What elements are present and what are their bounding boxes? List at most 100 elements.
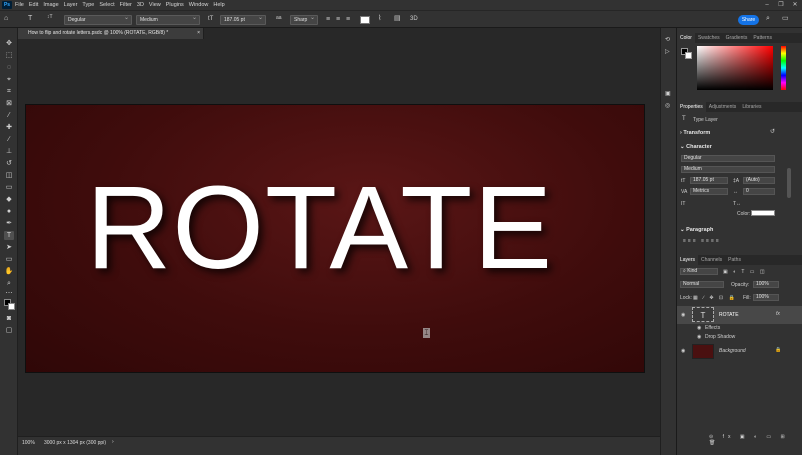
tab-channels[interactable]: Channels: [698, 255, 725, 265]
tab-swatches[interactable]: Swatches: [695, 33, 723, 43]
layer-name[interactable]: ROTATE: [719, 312, 739, 318]
crop-tool-icon[interactable]: ⌗: [4, 87, 14, 96]
menu-image[interactable]: Image: [43, 2, 58, 8]
layer-filter-kind-select[interactable]: ⌕ Kind: [680, 268, 718, 275]
lasso-tool-icon[interactable]: ◌: [4, 63, 14, 72]
transform-section-header[interactable]: › Transform: [680, 130, 710, 136]
tab-properties[interactable]: Properties: [677, 102, 706, 112]
eyedropper-tool-icon[interactable]: ⁄: [4, 111, 14, 120]
character-section-header[interactable]: ⌄ Character: [680, 144, 712, 150]
effects-eye-icon[interactable]: ◉: [697, 325, 701, 331]
text-orientation-icon[interactable]: ↕T: [47, 15, 53, 20]
tab-adjustments[interactable]: Adjustments: [706, 102, 740, 112]
menu-layer[interactable]: Layer: [64, 2, 78, 8]
layer-drop-shadow-row[interactable]: ◉ Drop Shadow: [677, 333, 802, 342]
3d-button[interactable]: 3D: [410, 16, 418, 22]
opacity-field[interactable]: 100%: [753, 281, 779, 288]
paragraph-align-icons[interactable]: ≡≡≡ ≡≡≡≡: [683, 238, 721, 244]
minimize-button[interactable]: –: [760, 0, 774, 10]
quick-mask-icon[interactable]: ◙: [4, 314, 14, 323]
antialias-select[interactable]: Sharp: [290, 14, 318, 25]
align-left-icon[interactable]: ≡: [326, 16, 330, 23]
object-selection-tool-icon[interactable]: ⌖: [4, 75, 14, 84]
background-color-swatch[interactable]: [8, 303, 15, 310]
properties-font-style-select[interactable]: Medium: [681, 166, 775, 173]
align-center-icon[interactable]: ≡: [336, 16, 340, 23]
properties-font-family-select[interactable]: Degular: [681, 155, 775, 162]
share-button[interactable]: Share: [738, 15, 759, 25]
menu-help[interactable]: Help: [213, 2, 224, 8]
layer-fx-icon[interactable]: fx: [776, 311, 780, 317]
pen-tool-icon[interactable]: ✒: [4, 219, 14, 228]
layer-row-rotate[interactable]: ◉ T ROTATE fx: [677, 306, 802, 324]
menu-file[interactable]: File: [15, 2, 24, 8]
background-layer-name[interactable]: Background: [719, 348, 746, 354]
hue-slider[interactable]: [781, 46, 786, 90]
lock-icons[interactable]: ▦ ∕ ✥ ⊡ 🔒: [693, 295, 737, 301]
tab-gradients[interactable]: Gradients: [723, 33, 751, 43]
status-menu-icon[interactable]: ›: [112, 439, 114, 445]
marquee-tool-icon[interactable]: ⬚: [4, 51, 14, 60]
type-tool-icon[interactable]: T: [4, 231, 14, 240]
paragraph-section-header[interactable]: ⌄ Paragraph: [680, 227, 713, 233]
kerning-field[interactable]: Metrics: [690, 188, 728, 195]
font-size-select[interactable]: 187.05 pt: [220, 14, 266, 25]
move-tool-icon[interactable]: ✥: [4, 39, 14, 48]
properties-scrollbar[interactable]: [787, 168, 791, 198]
color-background-swatch[interactable]: [685, 52, 692, 59]
properties-color-swatch[interactable]: [751, 210, 775, 216]
menu-select[interactable]: Select: [99, 2, 114, 8]
menu-edit[interactable]: Edit: [29, 2, 38, 8]
color-field[interactable]: [697, 46, 773, 90]
layer-row-background[interactable]: ◉ Background 🔒: [677, 342, 802, 360]
menu-type[interactable]: Type: [82, 2, 94, 8]
gradient-tool-icon[interactable]: ▭: [4, 183, 14, 192]
menu-plugins[interactable]: Plugins: [166, 2, 184, 8]
tab-patterns[interactable]: Patterns: [750, 33, 775, 43]
clone-stamp-tool-icon[interactable]: ⊥: [4, 147, 14, 156]
close-button[interactable]: ✕: [788, 0, 802, 10]
font-style-select[interactable]: Medium: [136, 14, 200, 25]
text-color-swatch[interactable]: [360, 16, 370, 24]
align-right-icon[interactable]: ≡: [346, 16, 350, 23]
menu-filter[interactable]: Filter: [120, 2, 132, 8]
brushes-icon[interactable]: ◎: [665, 103, 670, 109]
tab-paths[interactable]: Paths: [725, 255, 744, 265]
tracking-field[interactable]: 0: [743, 188, 775, 195]
tab-layers[interactable]: Layers: [677, 255, 699, 265]
zoom-level[interactable]: 100%: [22, 440, 35, 446]
close-document-icon[interactable]: ×: [197, 28, 200, 39]
tab-color[interactable]: Color: [677, 33, 695, 43]
eraser-tool-icon[interactable]: ◫: [4, 171, 14, 180]
hand-tool-icon[interactable]: ✋: [4, 267, 14, 276]
history-brush-tool-icon[interactable]: ↺: [4, 159, 14, 168]
brush-tool-icon[interactable]: ∕: [4, 135, 14, 144]
history-icon[interactable]: ⟲: [665, 37, 670, 43]
reset-transform-icon[interactable]: ↺: [770, 129, 775, 135]
search-icon[interactable]: ⌕: [766, 15, 770, 22]
info-icon[interactable]: ▣: [665, 91, 671, 97]
visibility-eye-icon[interactable]: ◉: [681, 312, 685, 318]
zoom-tool-icon[interactable]: ⌕: [4, 279, 14, 288]
menu-3d[interactable]: 3D: [137, 2, 144, 8]
menu-window[interactable]: Window: [189, 2, 209, 8]
document-tab[interactable]: How to flip and rotate letters.psdc @ 10…: [18, 28, 204, 39]
drop-shadow-eye-icon[interactable]: ◉: [697, 334, 701, 340]
properties-font-size-field[interactable]: 187.05 pt: [690, 177, 728, 184]
blur-tool-icon[interactable]: ◆: [4, 195, 14, 204]
healing-brush-tool-icon[interactable]: ✚: [4, 123, 14, 132]
restore-button[interactable]: ❐: [774, 0, 788, 10]
menu-view[interactable]: View: [149, 2, 161, 8]
background-eye-icon[interactable]: ◉: [681, 348, 685, 354]
leading-field[interactable]: (Auto): [743, 177, 775, 184]
character-panel-icon[interactable]: ▤: [394, 15, 401, 22]
layers-footer-icons[interactable]: ⊝ fx ▣ ◐ ▭ ⊞ 🗑: [709, 434, 802, 446]
workspace-icon[interactable]: ▭: [782, 15, 789, 22]
path-selection-tool-icon[interactable]: ➤: [4, 243, 14, 252]
layer-effects-row[interactable]: ◉ Effects: [677, 324, 802, 333]
warp-text-icon[interactable]: ⌇: [378, 15, 381, 22]
type-tool-icon[interactable]: T: [28, 15, 32, 22]
rectangle-tool-icon[interactable]: ▭: [4, 255, 14, 264]
canvas-type-layer-text[interactable]: ROTATE: [86, 169, 553, 287]
document-canvas[interactable]: ROTATE: [25, 104, 645, 373]
